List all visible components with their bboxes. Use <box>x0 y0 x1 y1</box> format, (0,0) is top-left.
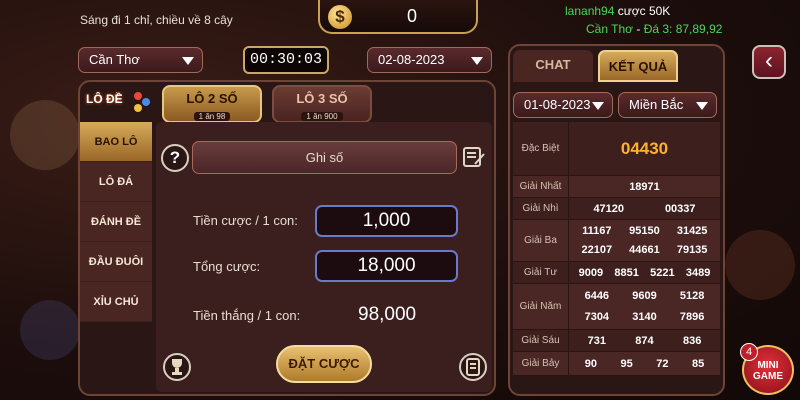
table-row: Giải Nhì 47120 00337 <box>513 198 720 220</box>
date-select[interactable]: 02-08-2023 <box>367 47 492 73</box>
tab-lo-3-so[interactable]: LÔ 3 SỐ 1 ăn 900 <box>272 85 372 123</box>
chevron-left-icon: ‹ <box>765 47 773 74</box>
bet-per-number-label: Tiền cược / 1 con: <box>193 213 298 228</box>
balance-bar: $ 0 <box>318 0 478 34</box>
win-per-number-label: Tiền thắng / 1 con: <box>193 308 301 323</box>
background-ball <box>10 100 80 170</box>
sidebar-item-dau-duoi[interactable]: ĐẦU ĐUÔI <box>80 242 152 282</box>
sidebar-item-lo-da[interactable]: LÔ ĐÁ <box>80 162 152 202</box>
sidebar-item-bao-lo[interactable]: BAO LÔ <box>80 122 152 162</box>
chevron-down-icon <box>471 57 483 65</box>
result-date-select[interactable]: 01-08-2023 <box>513 92 613 118</box>
table-row: Giải Sáu 731 874 836 <box>513 330 720 352</box>
hint-text: Sáng đi 1 chỉ, chiều về 8 cây <box>80 13 233 27</box>
result-ticker: Cần Thơ - Đá 3: 87,89,92 <box>586 22 723 36</box>
number-input[interactable]: Ghi số <box>192 141 457 174</box>
chevron-down-icon <box>592 102 604 110</box>
table-row: Giải Nhất 18971 <box>513 176 720 198</box>
chevron-down-icon <box>182 57 194 65</box>
background-ball <box>20 300 80 360</box>
bet-per-number-input[interactable]: 1,000 <box>315 205 458 237</box>
total-bet-value: 18,000 <box>315 250 458 282</box>
total-bet-label: Tổng cược: <box>193 259 261 274</box>
back-button[interactable]: ‹ <box>752 45 786 79</box>
help-button[interactable]: ? <box>161 144 189 172</box>
countdown-timer: 00:30:03 <box>243 46 329 74</box>
balance-value: 0 <box>406 6 417 26</box>
trophy-button[interactable] <box>163 353 191 381</box>
chevron-down-icon <box>696 102 708 110</box>
notification-badge: 4 <box>740 343 758 361</box>
trophy-icon <box>172 359 182 375</box>
history-button[interactable] <box>459 353 487 381</box>
table-row: Giải Ba 11167 95150 31425 22107 44661 79135 <box>513 220 720 262</box>
lo-de-logo: LÔ ĐỀ <box>84 88 152 118</box>
region-select[interactable]: Cần Thơ <box>78 47 203 73</box>
win-per-number-value: 98,000 <box>358 304 417 325</box>
table-row: Giải Năm 6446 9609 5128 7304 3140 7896 <box>513 284 720 330</box>
table-row: Giải Tư 9009 8851 5221 3489 <box>513 262 720 284</box>
question-icon: ? <box>169 148 181 167</box>
calculator-icon <box>466 358 480 376</box>
table-row: Đặc Biệt 04430 <box>513 122 720 176</box>
table-row: Giải Bảy 90 95 72 85 <box>513 352 720 376</box>
tab-chat[interactable]: CHAT <box>513 50 593 82</box>
tab-lo-2-so[interactable]: LÔ 2 SỐ 1 ăn 98 <box>162 85 262 123</box>
place-bet-button[interactable]: ĐẶT CƯỢC <box>276 345 372 383</box>
edit-note-icon[interactable] <box>462 146 486 168</box>
background-ball <box>725 230 795 300</box>
result-region-select[interactable]: Miền Bắc <box>618 92 717 118</box>
sidebar-item-xiu-chu[interactable]: XỈU CHỦ <box>80 282 152 322</box>
bet-ticker: lananh94 cược 50K <box>565 4 671 18</box>
tab-ket-qua[interactable]: KẾT QUẢ <box>598 50 678 82</box>
results-table: Đặc Biệt 04430 Giải Nhất 18971 Giải Nhì … <box>513 122 720 376</box>
sidebar-item-danh-de[interactable]: ĐÁNH ĐỀ <box>80 202 152 242</box>
bet-type-sidebar: BAO LÔ LÔ ĐÁ ĐÁNH ĐỀ ĐẦU ĐUÔI XỈU CHỦ <box>80 122 152 330</box>
coin-icon: $ <box>328 5 352 29</box>
